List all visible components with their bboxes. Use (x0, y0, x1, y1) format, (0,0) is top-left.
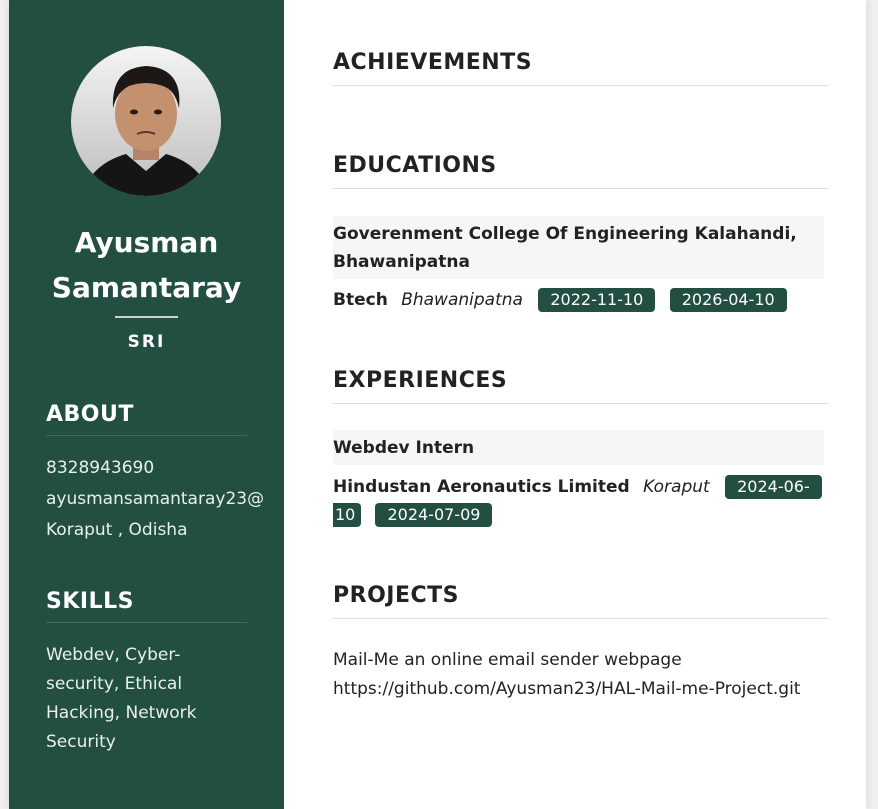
project-entry: Mail-Me an online email sender webpage h… (333, 646, 803, 704)
experience-start-badge-cont: 10 (333, 503, 362, 527)
experience-details: Hindustan Aeronautics Limited Koraput 20… (333, 473, 829, 501)
project-link[interactable]: https://github.com/Ayusman23/HAL-Mail-me… (333, 675, 803, 704)
name-divider (115, 316, 178, 318)
about-location: Koraput , Odisha (46, 520, 188, 540)
experience-dates-wrap: 10 2024-07-09 (333, 503, 501, 527)
skills-heading: SKILLS (46, 589, 247, 623)
education-details: Btech Bhawanipatna 2022-11-10 2026-04-10 (333, 286, 829, 314)
about-heading: ABOUT (46, 402, 247, 436)
experiences-heading: EXPERIENCES (333, 368, 829, 404)
education-end-badge: 2026-04-10 (669, 288, 787, 312)
experience-location: Koraput (643, 477, 710, 497)
sidebar: Ayusman Samantaray SRI ABOUT 8328943690 … (9, 0, 284, 809)
education-location: Bhawanipatna (401, 290, 523, 310)
main-content: ACHIEVEMENTS EDUCATIONS Goverenment Coll… (333, 0, 829, 809)
education-degree: Btech (333, 290, 388, 310)
skills-text: Webdev, Cyber-security, Ethical Hacking,… (46, 645, 197, 752)
about-phone: 8328943690 (46, 458, 155, 478)
experience-company: Hindustan Aeronautics Limited (333, 477, 630, 497)
profile-name-last: Samantaray (51, 271, 242, 304)
achievements-heading: ACHIEVEMENTS (333, 50, 829, 86)
profile-name: Ayusman Samantaray (9, 220, 284, 310)
about-list: 8328943690 ayusmansamantaray23@ Koraput … (46, 453, 264, 546)
education-institution: Goverenment College Of Engineering Kalah… (333, 216, 824, 279)
experience-end-badge: 2024-07-09 (375, 503, 493, 527)
about-email[interactable]: ayusmansamantaray23@ (46, 484, 264, 515)
project-title: Mail-Me an online email sender webpage (333, 650, 682, 670)
projects-heading: PROJECTS (333, 583, 829, 619)
profile-subtitle: SRI (127, 332, 166, 352)
experience-role: Webdev Intern (333, 430, 824, 465)
profile-name-first: Ayusman (74, 226, 219, 259)
educations-heading: EDUCATIONS (333, 153, 829, 189)
education-start-badge: 2022-11-10 (538, 288, 656, 312)
experience-start-badge: 2024-06- (725, 475, 822, 499)
resume-page: Ayusman Samantaray SRI ABOUT 8328943690 … (9, 0, 866, 809)
profile-photo (71, 46, 221, 196)
